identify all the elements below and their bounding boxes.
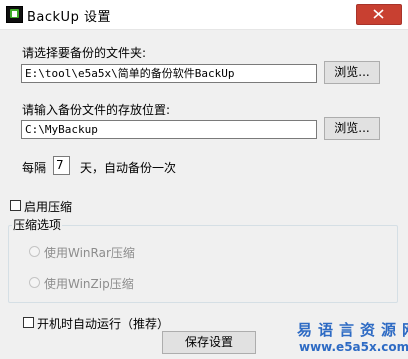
backup-app-icon xyxy=(6,6,23,23)
source-folder-input[interactable]: E:\tool\e5a5x\简单的备份软件BackUp xyxy=(21,64,317,83)
winzip-label[interactable]: 使用WinZip压缩 xyxy=(44,275,134,292)
close-icon xyxy=(373,9,384,19)
enable-compression-label[interactable]: 启用压缩 xyxy=(24,198,72,215)
enable-compression-checkbox[interactable] xyxy=(10,200,21,211)
backup-days-input[interactable]: 7 xyxy=(53,156,70,175)
startup-label[interactable]: 开机时自动运行（推荐） xyxy=(37,315,169,332)
window-title: BackUp 设置 xyxy=(27,10,111,25)
source-browse-button[interactable]: 浏览... xyxy=(324,61,380,84)
settings-window: BackUp 设置 请选择要备份的文件夹: E:\tool\e5a5x\简单的备… xyxy=(0,0,408,359)
source-folder-label: 请选择要备份的文件夹: xyxy=(22,46,147,60)
destination-browse-button[interactable]: 浏览... xyxy=(324,117,380,140)
compression-options-title: 压缩选项 xyxy=(12,216,63,233)
winrar-label[interactable]: 使用WinRar压缩 xyxy=(44,244,135,261)
winrar-radio[interactable] xyxy=(29,246,40,257)
interval-suffix: 天，自动备份一次 xyxy=(80,161,177,175)
title-bar[interactable]: BackUp 设置 xyxy=(0,0,408,30)
startup-checkbox[interactable] xyxy=(23,317,34,328)
winzip-radio[interactable] xyxy=(29,277,40,288)
destination-input[interactable]: C:\MyBackup xyxy=(21,120,317,139)
interval-prefix: 每隔 xyxy=(22,161,47,175)
destination-label: 请输入备份文件的存放位置: xyxy=(22,103,171,117)
save-settings-button[interactable]: 保存设置 xyxy=(162,331,256,354)
watermark-url: www.e5a5x.com xyxy=(299,340,408,354)
close-button[interactable] xyxy=(356,4,402,25)
watermark-logo: 易语言资源网 xyxy=(297,321,408,339)
